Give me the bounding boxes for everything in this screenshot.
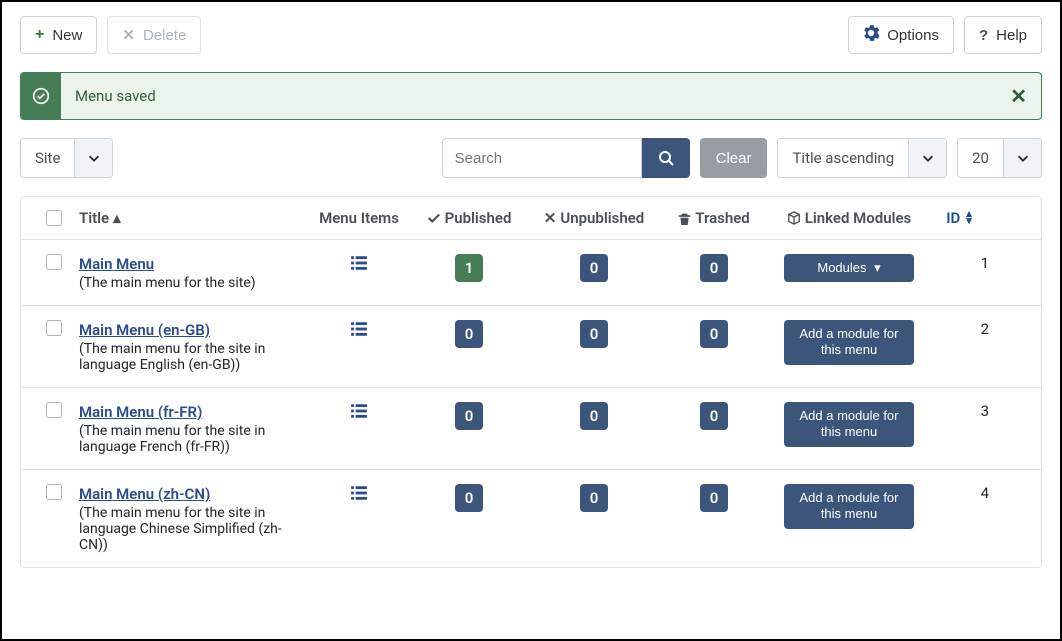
trashed-badge: 0 [700,402,728,430]
chevron-down-icon [908,139,946,177]
select-all-checkbox[interactable] [46,210,62,226]
cube-icon [787,211,801,225]
col-published: Published [409,209,529,227]
add-module-button[interactable]: Add a module for this menu [784,320,914,365]
table-row: Main Menu (zh-CN) (The main menu for the… [21,470,1041,567]
table-row: Main Menu (The main menu for the site) 1… [21,240,1041,306]
menus-table: Title ▴ Menu Items Published ✕ Unpublish… [20,196,1042,568]
search-input[interactable] [442,138,642,178]
limit-label: 20 [958,139,1003,177]
check-icon [427,211,441,225]
menu-title-link[interactable]: Main Menu (fr-FR) [79,403,202,421]
trashed-badge: 0 [700,484,728,512]
published-badge: 0 [455,484,483,512]
menu-description: (The main menu for the site in language … [79,341,309,373]
table-row: Main Menu (fr-FR) (The main menu for the… [21,388,1041,470]
question-icon: ? [979,27,988,44]
search-button[interactable] [642,138,690,178]
published-badge: 0 [455,320,483,348]
list-icon[interactable] [350,484,368,507]
filter-bar: Site Clear Title ascending 20 [20,138,1042,178]
site-filter-dropdown[interactable]: Site [20,138,113,178]
sort-asc-icon: ▴ [113,209,121,227]
site-filter-label: Site [21,139,74,177]
trashed-badge: 0 [700,254,728,282]
col-linked-modules: Linked Modules [769,209,929,227]
chevron-down-icon [1003,139,1041,177]
x-icon: ✕ [544,209,557,227]
add-module-button[interactable]: Add a module for this menu [784,402,914,447]
published-badge: 1 [455,254,483,282]
unpublished-badge: 0 [580,320,608,348]
row-checkbox[interactable] [46,320,62,336]
list-icon[interactable] [350,402,368,425]
row-checkbox[interactable] [46,402,62,418]
alert-message: Menu saved [61,87,996,105]
alert-close-button[interactable]: ✕ [996,84,1041,108]
row-checkbox[interactable] [46,484,62,500]
new-button-label: New [52,27,82,44]
menu-description: (The main menu for the site) [79,275,309,291]
options-button-label: Options [887,27,939,44]
col-title[interactable]: Title ▴ [79,209,309,227]
unpublished-badge: 0 [580,484,608,512]
new-button[interactable]: + New [20,16,97,54]
menu-title-link[interactable]: Main Menu (en-GB) [79,321,210,339]
list-icon[interactable] [350,254,368,277]
toolbar: + New ✕ Delete Options ? Help [20,16,1042,54]
x-icon: ✕ [122,26,135,44]
sort-label: Title ascending [778,139,908,177]
unpublished-badge: 0 [580,402,608,430]
col-trashed: Trashed [659,209,769,227]
check-circle-icon [21,73,61,119]
search-icon [658,150,674,166]
help-button[interactable]: ? Help [964,16,1042,54]
table-header-row: Title ▴ Menu Items Published ✕ Unpublish… [21,197,1041,240]
trashed-badge: 0 [700,320,728,348]
unpublished-badge: 0 [580,254,608,282]
add-module-button[interactable]: Add a module for this menu [784,484,914,529]
alert-success: Menu saved ✕ [20,72,1042,120]
row-id: 3 [929,402,989,420]
limit-dropdown[interactable]: 20 [957,138,1042,178]
trash-icon [678,212,691,225]
menu-description: (The main menu for the site in language … [79,505,309,553]
plus-icon: + [35,26,44,44]
col-id[interactable]: ID ▴▾ [929,209,989,227]
sort-icon: ▴▾ [966,211,972,224]
row-id: 1 [929,254,989,272]
menu-title-link[interactable]: Main Menu (zh-CN) [79,485,210,503]
row-id: 2 [929,320,989,338]
menu-title-link[interactable]: Main Menu [79,255,154,273]
row-checkbox[interactable] [46,254,62,270]
clear-button[interactable]: Clear [700,138,768,178]
col-menu-items: Menu Items [309,209,409,227]
delete-button-label: Delete [143,27,186,44]
delete-button: ✕ Delete [107,16,201,54]
modules-dropdown-button[interactable]: Modules ▾ [784,254,914,282]
chevron-down-icon [74,139,112,177]
menu-description: (The main menu for the site in language … [79,423,309,455]
row-id: 4 [929,484,989,502]
list-icon[interactable] [350,320,368,343]
options-button[interactable]: Options [848,16,954,54]
sort-dropdown[interactable]: Title ascending [777,138,947,178]
gear-icon [863,25,879,45]
col-unpublished: ✕ Unpublished [529,209,659,227]
caret-down-icon: ▾ [874,260,881,275]
table-row: Main Menu (en-GB) (The main menu for the… [21,306,1041,388]
help-button-label: Help [996,27,1027,44]
published-badge: 0 [455,402,483,430]
